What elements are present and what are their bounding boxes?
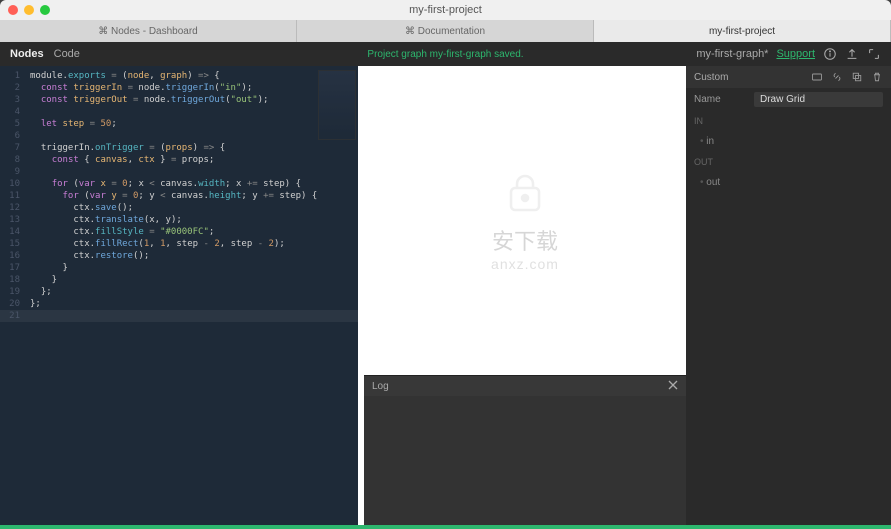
link-icon[interactable] (831, 71, 843, 83)
rename-icon[interactable] (811, 71, 823, 83)
log-title: Log (372, 381, 389, 392)
graph-name: my-first-graph* (696, 48, 768, 60)
code-editor[interactable]: 123456789101112131415161718192021 module… (0, 66, 358, 525)
inputs-section-header: IN (686, 110, 891, 132)
main-area: 123456789101112131415161718192021 module… (0, 66, 891, 525)
traffic-lights (0, 5, 50, 15)
system-tabs: ⌘ Nodes - Dashboard ⌘ Documentation my-f… (0, 20, 891, 42)
name-field-label: Name (694, 94, 754, 105)
window-titlebar: my-first-project (0, 0, 891, 20)
mode-label[interactable]: Code (54, 48, 80, 60)
watermark: 安下载 anxz.com (491, 170, 559, 272)
line-number-gutter: 123456789101112131415161718192021 (0, 66, 26, 322)
inspector-type-label: Custom (694, 72, 728, 83)
inspector-panel: Custom Name Draw Grid IN in OUT (686, 66, 891, 525)
tab-dashboard[interactable]: ⌘ Nodes - Dashboard (0, 20, 297, 42)
code-content[interactable]: module.exports = (node, graph) => { cons… (30, 70, 358, 322)
tab-documentation[interactable]: ⌘ Documentation (297, 20, 594, 42)
center-column: 安下载 anxz.com Log (364, 66, 686, 525)
outputs-section-header: OUT (686, 151, 891, 173)
log-close-button[interactable] (668, 380, 678, 393)
close-window-button[interactable] (8, 5, 18, 15)
support-link[interactable]: Support (776, 48, 815, 60)
log-panel: Log (364, 375, 686, 525)
app-header: Nodes Code Project graph my-first-graph … (0, 42, 891, 66)
brand-label: Nodes (10, 48, 44, 60)
maximize-window-button[interactable] (40, 5, 50, 15)
status-bar (0, 525, 891, 529)
port-out[interactable]: out (686, 173, 891, 192)
info-icon[interactable] (823, 47, 837, 61)
window-title: my-first-project (0, 4, 891, 16)
code-minimap[interactable] (318, 70, 356, 140)
expand-icon[interactable] (867, 47, 881, 61)
upload-icon[interactable] (845, 47, 859, 61)
delete-icon[interactable] (871, 71, 883, 83)
duplicate-icon[interactable] (851, 71, 863, 83)
minimize-window-button[interactable] (24, 5, 34, 15)
port-in[interactable]: in (686, 132, 891, 151)
canvas-preview[interactable]: 安下载 anxz.com (364, 66, 686, 375)
tab-project[interactable]: my-first-project (594, 20, 891, 42)
name-field-input[interactable]: Draw Grid (754, 92, 883, 107)
